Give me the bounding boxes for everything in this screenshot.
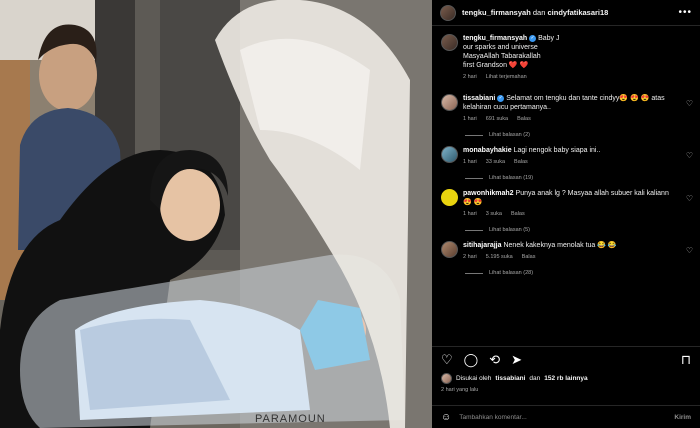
replies-divider: [465, 229, 483, 231]
comment-text: sitihajarajja Nenek kakeknya menolak tua…: [463, 241, 670, 250]
caption-line: our sparks and universe: [463, 44, 538, 51]
liked-by-separator: dan: [529, 375, 541, 382]
caption-time: 2 hari: [463, 74, 477, 80]
like-heart-icon[interactable]: ♡: [441, 352, 453, 368]
view-replies-button[interactable]: Lihat balasan (19): [465, 175, 670, 181]
post-timestamp: 2 hari yang lalu: [441, 387, 479, 393]
comment-text: monabayhakie Lagi nengok baby siapa ini.…: [463, 146, 670, 155]
post-actions: ♡ ◯ ⟲ ➤ ⊓ Disukai oleh tissabiani dan 15…: [432, 346, 700, 393]
more-options-icon[interactable]: •••: [678, 7, 692, 18]
caption-line: MasyaAllah Tabarakallah: [463, 53, 541, 60]
caption-hearts: ❤️ ❤️: [508, 62, 529, 69]
reply-button[interactable]: Balas: [517, 116, 531, 122]
view-replies-label: Lihat balasan (19): [489, 175, 534, 181]
avatar[interactable]: [441, 146, 458, 163]
caption-text: tengku_firmansyah ✓ Baby J our sparks an…: [463, 34, 670, 70]
post-photo[interactable]: PARAMOUN: [0, 0, 432, 428]
comment-item: monabayhakie Lagi nengok baby siapa ini.…: [432, 146, 700, 181]
comment-text: tissabiani ✓ Selamat om tengku dan tante…: [463, 94, 670, 112]
collaborator-username[interactable]: cindyfatikasari18: [547, 8, 608, 17]
comment-likes[interactable]: 691 suka: [486, 116, 508, 122]
author-username[interactable]: tengku_firmansyah: [462, 8, 531, 17]
comments-panel: tengku_firmansyah dan cindyfatikasari18 …: [432, 0, 700, 428]
avatar[interactable]: [441, 189, 458, 206]
comments-list[interactable]: tengku_firmansyah ✓ Baby J our sparks an…: [432, 34, 700, 344]
comment-content: Nenek kakeknya menolak tua 😂 😂: [503, 242, 617, 249]
comment-username[interactable]: tissabiani: [463, 95, 495, 102]
replies-divider: [465, 272, 483, 274]
caption-line: first Grandson: [463, 62, 507, 69]
reply-button[interactable]: Balas: [522, 254, 536, 260]
comment-username[interactable]: pawonhikmah2: [463, 190, 514, 197]
view-replies-button[interactable]: Lihat balasan (2): [465, 132, 670, 138]
comment-likes[interactable]: 5.195 suka: [486, 254, 513, 260]
caption: tengku_firmansyah ✓ Baby J our sparks an…: [432, 34, 700, 80]
see-translation-link[interactable]: Lihat terjemahan: [486, 74, 527, 80]
verified-icon: ✓: [529, 34, 537, 42]
replies-divider: [465, 134, 483, 136]
avatar[interactable]: [441, 241, 458, 258]
caption-username[interactable]: tengku_firmansyah: [463, 35, 527, 42]
share-send-icon[interactable]: ➤: [511, 352, 522, 368]
avatar[interactable]: [440, 4, 456, 21]
like-comment-heart-icon[interactable]: ♡: [686, 99, 693, 108]
emoji-icon[interactable]: ☺: [441, 412, 451, 423]
comment-meta: 1 hari 691 suka Balas: [463, 116, 670, 122]
liked-by-count[interactable]: 152 rb lainnya: [544, 375, 587, 382]
action-icons: ♡ ◯ ⟲ ➤ ⊓: [432, 347, 700, 373]
avatar: [441, 373, 452, 384]
caption-meta: 2 hari Lihat terjemahan: [463, 74, 670, 80]
view-replies-button[interactable]: Lihat balasan (5): [465, 227, 670, 233]
comment-item: pawonhikmah2 Punya anak lg ? Masyaa alla…: [432, 189, 700, 233]
post-header: tengku_firmansyah dan cindyfatikasari18 …: [432, 0, 700, 26]
comment-likes[interactable]: 33 suka: [486, 159, 505, 165]
post-viewer: PARAMOUN tengku_firmansyah dan cindyfati…: [0, 0, 700, 428]
like-comment-heart-icon[interactable]: ♡: [686, 194, 693, 203]
author-separator: dan: [532, 8, 546, 17]
comment-meta: 1 hari 3 suka Balas: [463, 211, 670, 217]
view-replies-label: Lihat balasan (28): [489, 270, 534, 276]
comment-bubble-icon[interactable]: ◯: [464, 352, 479, 368]
comment-time: 1 hari: [463, 211, 477, 217]
comment-likes[interactable]: 3 suka: [486, 211, 502, 217]
comment-time: 2 hari: [463, 254, 477, 260]
comment-content: Lagi nengok baby siapa ini..: [513, 147, 601, 154]
bassinet-brand-text: PARAMOUN: [255, 413, 326, 425]
likes-summary[interactable]: Disukai oleh tissabiani dan 152 rb lainn…: [432, 373, 700, 384]
like-comment-heart-icon[interactable]: ♡: [686, 246, 693, 255]
comment-time: 1 hari: [463, 159, 477, 165]
comment-text: pawonhikmah2 Punya anak lg ? Masyaa alla…: [463, 189, 670, 207]
bookmark-icon[interactable]: ⊓: [681, 352, 691, 368]
comment-input[interactable]: Tambahkan komentar...: [459, 414, 527, 421]
liked-by-prefix: Disukai oleh: [456, 375, 492, 382]
replies-divider: [465, 177, 483, 179]
reply-button[interactable]: Balas: [511, 211, 525, 217]
view-replies-label: Lihat balasan (5): [489, 227, 530, 233]
post-authors: tengku_firmansyah dan cindyfatikasari18: [462, 8, 608, 17]
comment-item: sitihajarajja Nenek kakeknya menolak tua…: [432, 241, 700, 276]
avatar[interactable]: [441, 34, 458, 51]
comment-username[interactable]: sitihajarajja: [463, 242, 502, 249]
reply-button[interactable]: Balas: [514, 159, 528, 165]
liked-by-username[interactable]: tissabiani: [495, 375, 525, 382]
repost-icon[interactable]: ⟲: [489, 352, 500, 368]
comment-username[interactable]: monabayhakie: [463, 147, 512, 154]
like-comment-heart-icon[interactable]: ♡: [686, 151, 693, 160]
photo-illustration: PARAMOUN: [0, 0, 432, 428]
add-comment-bar: ☺ Tambahkan komentar... Kirim: [432, 405, 700, 428]
comment-item: tissabiani ✓ Selamat om tengku dan tante…: [432, 94, 700, 138]
post-comment-button[interactable]: Kirim: [674, 414, 691, 421]
view-replies-label: Lihat balasan (2): [489, 132, 530, 138]
comment-meta: 1 hari 33 suka Balas: [463, 159, 670, 165]
comment-meta: 2 hari 5.195 suka Balas: [463, 254, 670, 260]
view-replies-button[interactable]: Lihat balasan (28): [465, 270, 670, 276]
avatar[interactable]: [441, 94, 458, 111]
verified-icon: ✓: [497, 94, 505, 102]
caption-line: Baby J: [538, 35, 560, 42]
comment-time: 1 hari: [463, 116, 477, 122]
